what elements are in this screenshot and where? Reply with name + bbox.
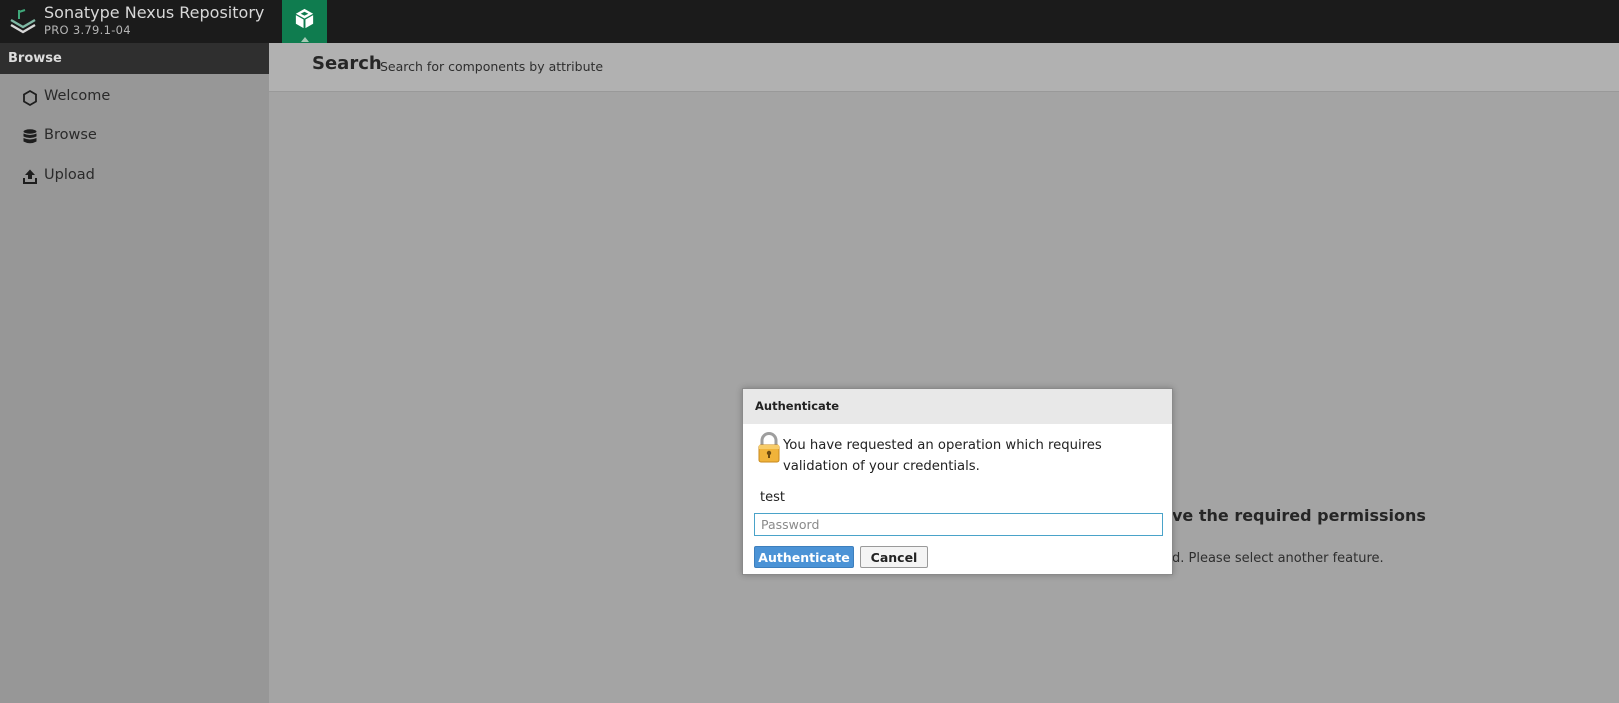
dialog-message: You have requested an operation which re… (783, 438, 1102, 474)
lock-icon (758, 432, 780, 463)
authenticate-button[interactable]: Authenticate (754, 546, 854, 568)
sidebar-item-label: Browse (44, 127, 97, 143)
sidebar-item-browse[interactable]: Browse (0, 119, 269, 155)
authenticate-dialog: Authenticate You have requested an opera… (742, 388, 1173, 575)
page-title: Search (312, 53, 382, 74)
cube-icon (295, 8, 314, 29)
sidebar-item-welcome[interactable]: Welcome (0, 80, 269, 116)
sidebar-item-label: Welcome (44, 88, 111, 104)
brand-title: Sonatype Nexus Repository (44, 3, 265, 22)
top-bar: Sonatype Nexus Repository PRO 3.79.1-04 (0, 0, 1619, 43)
main-content: Search Search for components by attribut… (269, 43, 1619, 703)
username-label: test (760, 490, 785, 505)
dialog-title: Authenticate (755, 399, 840, 413)
sidebar-header: Browse (0, 43, 269, 74)
sidebar-item-upload[interactable]: Upload (0, 159, 269, 195)
sonatype-logo-icon[interactable] (8, 6, 38, 36)
page-subtitle: Search for components by attribute (380, 59, 604, 74)
permission-message-title: ve the required permissions (1172, 506, 1426, 525)
brand-version: PRO 3.79.1-04 (44, 23, 131, 37)
cancel-button[interactable]: Cancel (860, 546, 928, 568)
sidebar: Browse Welcome Browse Upload (0, 43, 269, 703)
database-icon (23, 129, 37, 144)
browse-mode-button[interactable] (282, 0, 327, 43)
upload-icon (23, 169, 37, 184)
page-header: Search Search for components by attribut… (269, 43, 1619, 92)
hexagon-icon (23, 89, 37, 107)
password-field[interactable] (754, 513, 1163, 536)
sidebar-item-label: Upload (44, 167, 95, 183)
permission-message-body: d. Please select another feature. (1172, 551, 1384, 566)
active-mode-caret (301, 37, 309, 42)
dialog-header: Authenticate (743, 389, 1172, 424)
